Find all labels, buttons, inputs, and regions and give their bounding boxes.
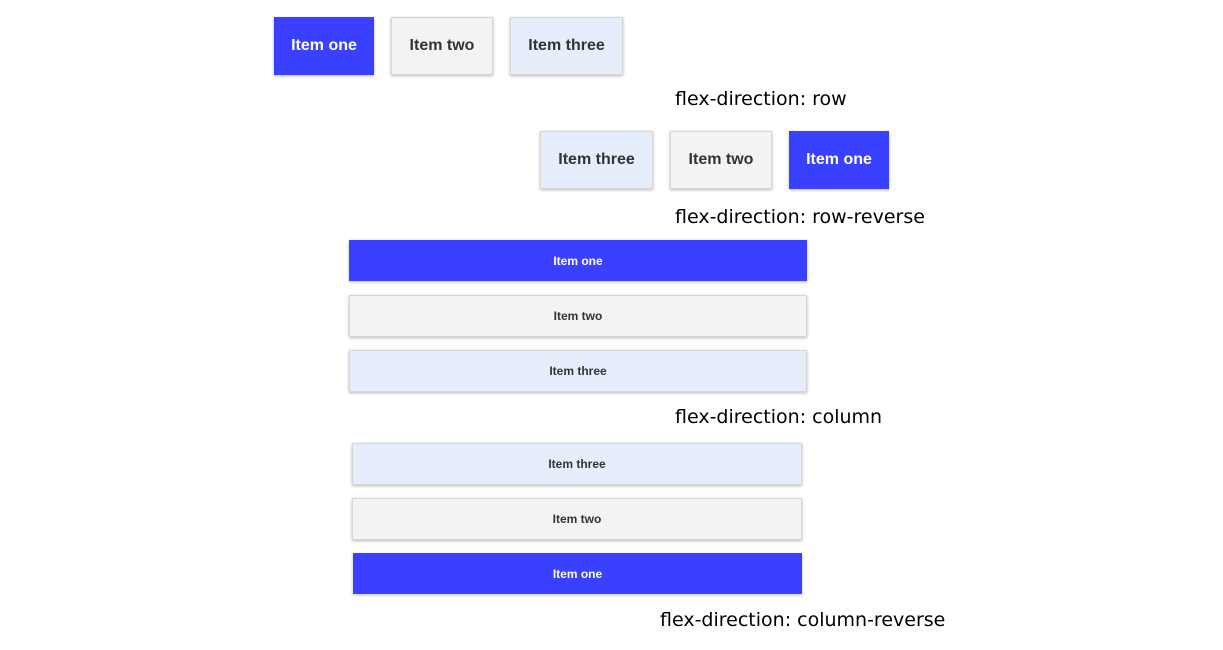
row-reverse-item-two-label: Item two	[688, 151, 754, 168]
column-item-three: Item three	[349, 350, 807, 392]
row-reverse-item-one: Item one	[789, 131, 889, 189]
row-caption: flex-direction: row	[675, 88, 847, 110]
row-reverse-item-three: Item three	[540, 131, 653, 189]
column-item-one-label: Item one	[553, 253, 603, 268]
column-reverse-item-three: Item three	[352, 443, 802, 485]
row-item-three-label: Item three	[528, 37, 605, 54]
column-item-three-label: Item three	[549, 364, 607, 378]
column-reverse-caption: flex-direction: column-reverse	[660, 609, 946, 631]
row-reverse-item-one-label: Item one	[806, 151, 872, 168]
row-item-three: Item three	[510, 17, 623, 75]
column-reverse-item-one-label: Item one	[552, 566, 603, 581]
row-item-one-label: Item one	[291, 37, 357, 54]
column-item-two-label: Item two	[553, 309, 603, 323]
column-reverse-item-one: Item one	[353, 553, 802, 594]
row-item-two-label: Item two	[409, 37, 475, 54]
column-caption: flex-direction: column	[675, 406, 883, 428]
row-item-two: Item two	[391, 17, 493, 75]
column-reverse-item-two: Item two	[352, 498, 802, 540]
column-item-two: Item two	[349, 295, 807, 337]
row-reverse-item-two: Item two	[670, 131, 772, 189]
row-reverse-caption: flex-direction: row-reverse	[675, 206, 925, 228]
row-reverse-item-three-label: Item three	[558, 151, 635, 168]
column-reverse-item-two-label: Item two	[552, 512, 602, 526]
column-item-one: Item one	[349, 240, 807, 281]
row-item-one: Item one	[274, 17, 374, 75]
column-reverse-item-three-label: Item three	[548, 457, 606, 471]
